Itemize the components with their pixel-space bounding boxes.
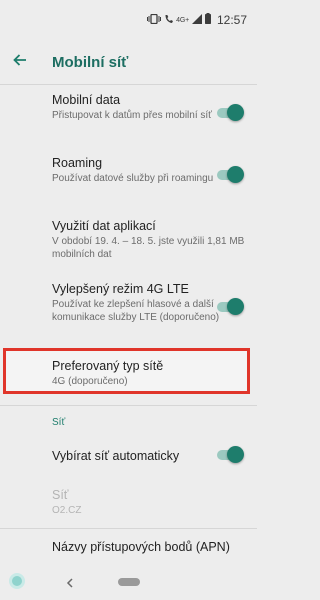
setting-title: Mobilní data bbox=[52, 93, 121, 107]
app-bar-divider bbox=[0, 84, 257, 85]
toggle-thumb bbox=[227, 298, 244, 315]
setting-title: Roaming bbox=[52, 156, 103, 170]
section-header-network: Síť bbox=[52, 417, 66, 428]
nav-home-pill[interactable] bbox=[118, 578, 140, 586]
setting-mobile-data[interactable]: Mobilní data Přistupovat k datům přes mo… bbox=[52, 92, 222, 123]
network-type: 4G+ bbox=[176, 16, 189, 24]
setting-app-data-usage[interactable]: Využití dat aplikací V období 19. 4. – 1… bbox=[52, 218, 247, 261]
setting-summary: Používat datové služby při roamingu bbox=[52, 173, 214, 184]
setting-roaming[interactable]: Roaming Používat datové služby při roami… bbox=[52, 155, 222, 186]
toggle-thumb bbox=[227, 446, 244, 463]
setting-summary: Přistupovat k datům přes mobilní síť bbox=[52, 110, 212, 121]
call-icon bbox=[164, 14, 174, 27]
toggle-thumb bbox=[227, 166, 244, 183]
setting-summary: 4G (doporučeno) bbox=[52, 376, 128, 387]
setting-summary: O2.CZ bbox=[52, 505, 82, 516]
arrow-left-icon bbox=[13, 53, 27, 71]
lte-toggle[interactable] bbox=[214, 297, 244, 317]
list-divider bbox=[0, 528, 257, 529]
setting-title: Preferovaný typ sítě bbox=[52, 359, 164, 373]
setting-auto-select-network[interactable]: Vybírat síť automaticky bbox=[52, 448, 222, 464]
setting-preferred-network-type[interactable]: Preferovaný typ sítě 4G (doporučeno) bbox=[52, 358, 222, 389]
setting-enhanced-4g-lte[interactable]: Vylepšený režim 4G LTE Používat ke zlepš… bbox=[52, 281, 222, 324]
battery-icon bbox=[204, 13, 211, 27]
assistant-icon[interactable] bbox=[9, 573, 25, 589]
setting-summary: V období 19. 4. – 18. 5. jste využili 1,… bbox=[52, 236, 245, 260]
setting-title: Vybírat síť automaticky bbox=[52, 449, 180, 463]
toggle-thumb bbox=[227, 104, 244, 121]
app-bar: Mobilní síť bbox=[0, 40, 257, 84]
section-divider bbox=[0, 405, 257, 406]
setting-summary: Používat ke zlepšení hlasové a další kom… bbox=[52, 299, 220, 323]
signal-icon bbox=[191, 13, 202, 27]
vibrate-icon bbox=[147, 13, 162, 27]
setting-title: Názvy přístupových bodů (APN) bbox=[52, 540, 230, 554]
mobile-data-toggle[interactable] bbox=[214, 103, 244, 123]
auto-select-toggle[interactable] bbox=[214, 445, 244, 465]
setting-apn[interactable]: Názvy přístupových bodů (APN) bbox=[52, 539, 252, 555]
roaming-toggle[interactable] bbox=[214, 165, 244, 185]
clock: 12:57 bbox=[216, 13, 247, 27]
setting-title: Využití dat aplikací bbox=[52, 219, 156, 233]
setting-network: Síť O2.CZ bbox=[52, 487, 222, 518]
status-bar: 4G+ 12:57 bbox=[0, 0, 257, 40]
back-button[interactable] bbox=[0, 42, 40, 82]
setting-title: Síť bbox=[52, 488, 69, 502]
page-title: Mobilní síť bbox=[52, 53, 129, 71]
nav-back-icon[interactable] bbox=[66, 575, 74, 593]
setting-title: Vylepšený režim 4G LTE bbox=[52, 282, 189, 296]
navigation-bar bbox=[0, 564, 257, 600]
